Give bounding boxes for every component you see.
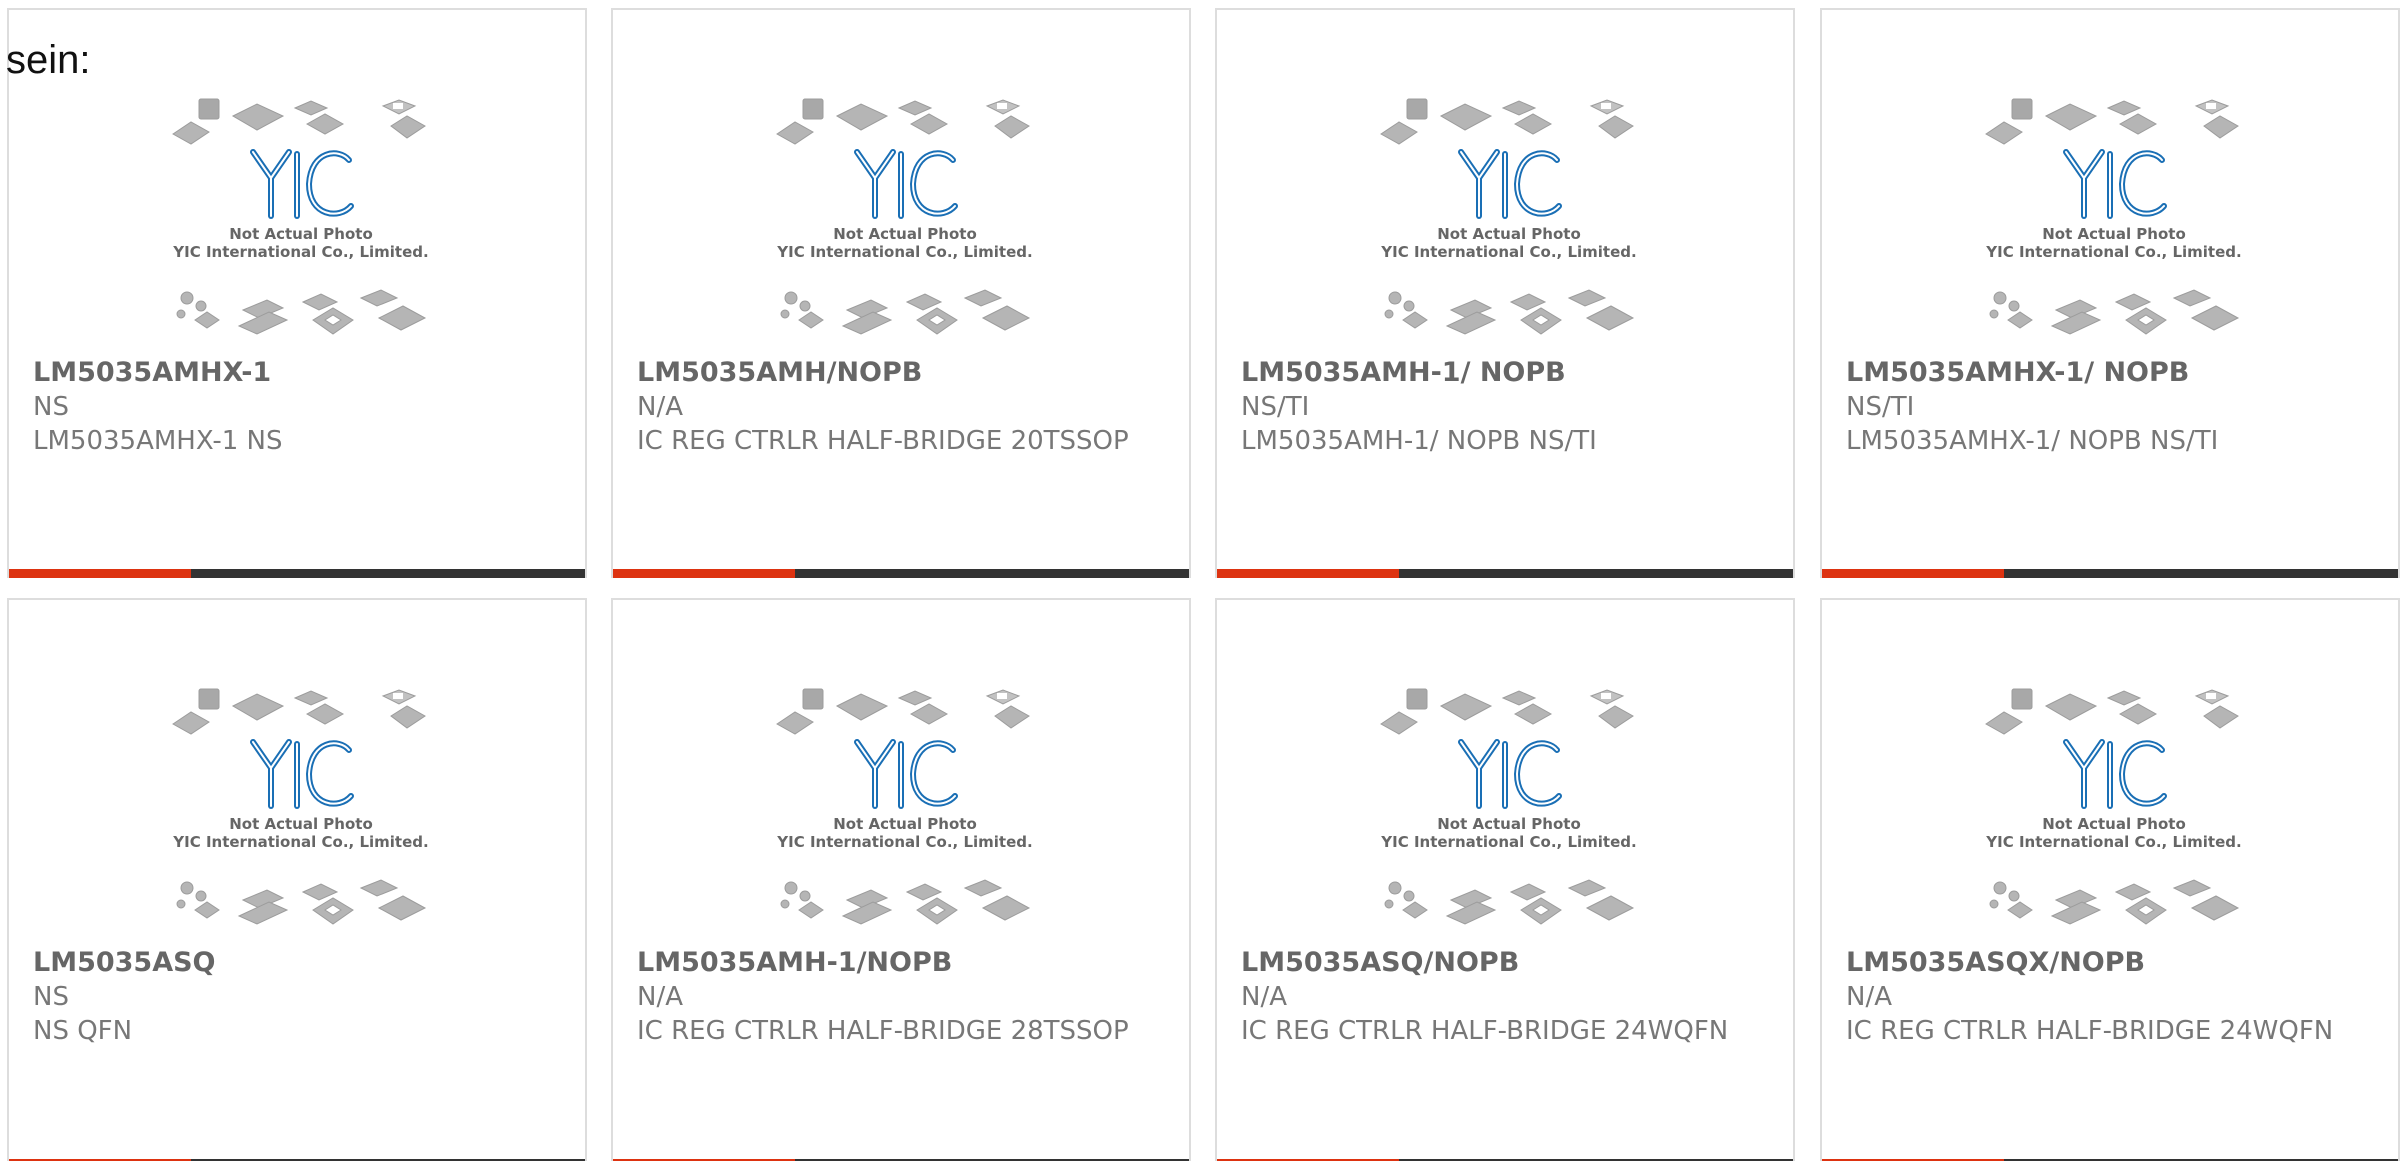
not-actual-photo-caption: Not Actual Photo [229, 225, 373, 243]
not-actual-photo-caption: Not Actual Photo [2042, 225, 2186, 243]
yic-logo [250, 149, 354, 219]
product-description: IC REG CTRLR HALF-BRIDGE 24WQFN [1846, 1016, 2334, 1046]
product-card[interactable]: Not Actual Photo YIC International Co., … [7, 8, 587, 578]
product-info: LM5035ASQ NS NS QFN [33, 946, 569, 1048]
manufacturer: NS/TI [1241, 392, 1310, 422]
product-description: LM5035AMH-1/ NOPB NS/TI [1241, 426, 1597, 456]
yic-logo [2063, 149, 2167, 219]
product-info: LM5035AMHX-1 NS LM5035AMHX-1 NS [33, 356, 569, 458]
placeholder-product-photo: Not Actual Photo YIC International Co., … [773, 688, 1037, 938]
product-info: LM5035AMHX-1/ NOPB NS/TI LM5035AMHX-1/ N… [1846, 356, 2382, 458]
product-card[interactable]: Not Actual Photo YIC International Co., … [1820, 598, 2400, 1161]
product-description: NS QFN [33, 1016, 133, 1046]
part-number[interactable]: LM5035AMH/NOPB [637, 356, 1173, 390]
part-number[interactable]: LM5035AMH-1/ NOPB [1241, 356, 1777, 390]
part-number[interactable]: LM5035ASQX/NOPB [1846, 946, 2382, 980]
not-actual-photo-caption: Not Actual Photo [2042, 815, 2186, 833]
ic-packages-logo-image: Not Actual Photo YIC International Co., … [172, 688, 429, 925]
product-description: LM5035AMHX-1/ NOPB NS/TI [1846, 426, 2219, 456]
ic-packages-logo-image: Not Actual Photo YIC International Co., … [776, 688, 1033, 925]
manufacturer: NS [33, 392, 69, 422]
company-caption: YIC International Co., Limited. [172, 833, 428, 851]
not-actual-photo-caption: Not Actual Photo [1437, 225, 1581, 243]
manufacturer: N/A [1846, 982, 1892, 1012]
company-caption: YIC International Co., Limited. [776, 833, 1032, 851]
card-bottom-bar [1217, 569, 1793, 578]
product-info: LM5035AMH-1/NOPB N/A IC REG CTRLR HALF-B… [637, 946, 1173, 1048]
placeholder-product-photo: Not Actual Photo YIC International Co., … [169, 688, 433, 938]
manufacturer: NS/TI [1846, 392, 1915, 422]
product-card[interactable]: Not Actual Photo YIC International Co., … [1820, 8, 2400, 578]
yic-logo [2063, 739, 2167, 809]
product-card[interactable]: Not Actual Photo YIC International Co., … [611, 8, 1191, 578]
card-bottom-bar [1822, 569, 2398, 578]
part-number[interactable]: LM5035ASQ/NOPB [1241, 946, 1777, 980]
card-bottom-bar [613, 569, 1189, 578]
placeholder-product-photo: Not Actual Photo YIC International Co., … [169, 98, 433, 348]
yic-logo [1458, 739, 1562, 809]
manufacturer: N/A [637, 982, 683, 1012]
company-caption: YIC International Co., Limited. [1380, 833, 1636, 851]
part-number[interactable]: LM5035ASQ [33, 946, 569, 980]
company-caption: YIC International Co., Limited. [1985, 243, 2241, 261]
ic-packages-logo-image: Not Actual Photo YIC International Co., … [1985, 688, 2242, 925]
card-bottom-bar-accent [1822, 569, 2004, 578]
not-actual-photo-caption: Not Actual Photo [229, 815, 373, 833]
not-actual-photo-caption: Not Actual Photo [833, 815, 977, 833]
product-card[interactable]: Not Actual Photo YIC International Co., … [1215, 598, 1795, 1161]
company-caption: YIC International Co., Limited. [1380, 243, 1636, 261]
product-description: IC REG CTRLR HALF-BRIDGE 20TSSOP [637, 426, 1129, 456]
product-info: LM5035AMH-1/ NOPB NS/TI LM5035AMH-1/ NOP… [1241, 356, 1777, 458]
ic-packages-logo-image: Not Actual Photo YIC International Co., … [1985, 98, 2242, 335]
part-number[interactable]: LM5035AMH-1/NOPB [637, 946, 1173, 980]
product-description: LM5035AMHX-1 NS [33, 426, 283, 456]
placeholder-product-photo: Not Actual Photo YIC International Co., … [1982, 98, 2246, 348]
product-description: IC REG CTRLR HALF-BRIDGE 24WQFN [1241, 1016, 1729, 1046]
company-caption: YIC International Co., Limited. [776, 243, 1032, 261]
ic-packages-logo-image: Not Actual Photo YIC International Co., … [172, 98, 429, 335]
yic-logo [854, 739, 958, 809]
product-description: IC REG CTRLR HALF-BRIDGE 28TSSOP [637, 1016, 1129, 1046]
product-info: LM5035AMH/NOPB N/A IC REG CTRLR HALF-BRI… [637, 356, 1173, 458]
card-bottom-bar-accent [1217, 569, 1399, 578]
product-card[interactable]: Not Actual Photo YIC International Co., … [611, 598, 1191, 1161]
part-number[interactable]: LM5035AMHX-1/ NOPB [1846, 356, 2382, 390]
ic-packages-logo-image: Not Actual Photo YIC International Co., … [1380, 98, 1637, 335]
ic-packages-logo-image: Not Actual Photo YIC International Co., … [1380, 688, 1637, 925]
part-number[interactable]: LM5035AMHX-1 [33, 356, 569, 390]
ic-packages-logo-image: Not Actual Photo YIC International Co., … [776, 98, 1033, 335]
manufacturer: N/A [1241, 982, 1287, 1012]
placeholder-product-photo: Not Actual Photo YIC International Co., … [1377, 98, 1641, 348]
stray-text-fragment: sein: [6, 38, 91, 82]
placeholder-product-photo: Not Actual Photo YIC International Co., … [773, 98, 1037, 348]
yic-logo [1458, 149, 1562, 219]
company-caption: YIC International Co., Limited. [172, 243, 428, 261]
product-card[interactable]: Not Actual Photo YIC International Co., … [7, 598, 587, 1161]
not-actual-photo-caption: Not Actual Photo [1437, 815, 1581, 833]
placeholder-product-photo: Not Actual Photo YIC International Co., … [1377, 688, 1641, 938]
product-info: LM5035ASQX/NOPB N/A IC REG CTRLR HALF-BR… [1846, 946, 2382, 1048]
card-bottom-bar-accent [613, 569, 795, 578]
manufacturer: N/A [637, 392, 683, 422]
yic-logo [854, 149, 958, 219]
not-actual-photo-caption: Not Actual Photo [833, 225, 977, 243]
product-info: LM5035ASQ/NOPB N/A IC REG CTRLR HALF-BRI… [1241, 946, 1777, 1048]
yic-logo [250, 739, 354, 809]
card-bottom-bar-accent [9, 569, 191, 578]
manufacturer: NS [33, 982, 69, 1012]
card-bottom-bar [9, 569, 585, 578]
product-card[interactable]: Not Actual Photo YIC International Co., … [1215, 8, 1795, 578]
placeholder-product-photo: Not Actual Photo YIC International Co., … [1982, 688, 2246, 938]
company-caption: YIC International Co., Limited. [1985, 833, 2241, 851]
product-grid-page: Not Actual Photo YIC International Co., … [0, 0, 2400, 1161]
